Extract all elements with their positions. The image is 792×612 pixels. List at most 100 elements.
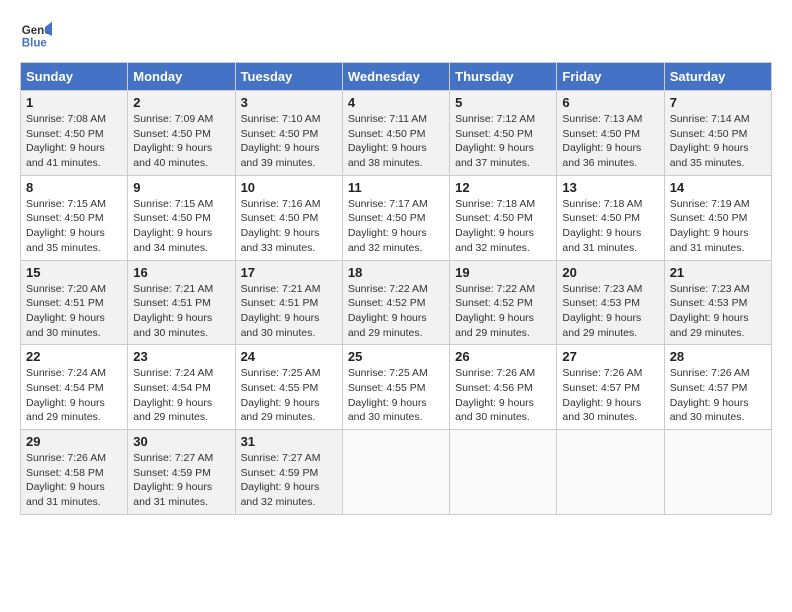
day-detail: Sunrise: 7:22 AMSunset: 4:52 PMDaylight:… (455, 283, 535, 339)
table-row: 28 Sunrise: 7:26 AMSunset: 4:57 PMDaylig… (664, 345, 771, 430)
day-detail: Sunrise: 7:14 AMSunset: 4:50 PMDaylight:… (670, 113, 750, 169)
day-number: 1 (26, 95, 122, 110)
table-row: 12 Sunrise: 7:18 AMSunset: 4:50 PMDaylig… (450, 175, 557, 260)
day-detail: Sunrise: 7:25 AMSunset: 4:55 PMDaylight:… (348, 367, 428, 423)
table-row: 24 Sunrise: 7:25 AMSunset: 4:55 PMDaylig… (235, 345, 342, 430)
table-row: 18 Sunrise: 7:22 AMSunset: 4:52 PMDaylig… (342, 260, 449, 345)
table-row: 2 Sunrise: 7:09 AMSunset: 4:50 PMDayligh… (128, 91, 235, 176)
day-detail: Sunrise: 7:18 AMSunset: 4:50 PMDaylight:… (562, 198, 642, 254)
svg-text:Blue: Blue (22, 38, 48, 50)
table-row: 3 Sunrise: 7:10 AMSunset: 4:50 PMDayligh… (235, 91, 342, 176)
col-monday: Monday (128, 63, 235, 91)
col-wednesday: Wednesday (342, 63, 449, 91)
day-detail: Sunrise: 7:22 AMSunset: 4:52 PMDaylight:… (348, 283, 428, 339)
day-number: 19 (455, 265, 551, 280)
table-row (450, 430, 557, 515)
day-number: 5 (455, 95, 551, 110)
day-number: 18 (348, 265, 444, 280)
logo-icon: General Blue (20, 20, 52, 52)
day-detail: Sunrise: 7:21 AMSunset: 4:51 PMDaylight:… (133, 283, 213, 339)
table-row: 20 Sunrise: 7:23 AMSunset: 4:53 PMDaylig… (557, 260, 664, 345)
day-detail: Sunrise: 7:10 AMSunset: 4:50 PMDaylight:… (241, 113, 321, 169)
day-number: 12 (455, 180, 551, 195)
day-detail: Sunrise: 7:20 AMSunset: 4:51 PMDaylight:… (26, 283, 106, 339)
table-row: 5 Sunrise: 7:12 AMSunset: 4:50 PMDayligh… (450, 91, 557, 176)
day-number: 23 (133, 349, 229, 364)
day-number: 30 (133, 434, 229, 449)
table-row: 31 Sunrise: 7:27 AMSunset: 4:59 PMDaylig… (235, 430, 342, 515)
day-number: 8 (26, 180, 122, 195)
day-number: 9 (133, 180, 229, 195)
table-row: 25 Sunrise: 7:25 AMSunset: 4:55 PMDaylig… (342, 345, 449, 430)
col-saturday: Saturday (664, 63, 771, 91)
table-row: 16 Sunrise: 7:21 AMSunset: 4:51 PMDaylig… (128, 260, 235, 345)
day-detail: Sunrise: 7:26 AMSunset: 4:57 PMDaylight:… (562, 367, 642, 423)
day-number: 28 (670, 349, 766, 364)
week-row-5: 29 Sunrise: 7:26 AMSunset: 4:58 PMDaylig… (21, 430, 772, 515)
day-number: 22 (26, 349, 122, 364)
page-header: General Blue (20, 20, 772, 52)
col-friday: Friday (557, 63, 664, 91)
day-number: 7 (670, 95, 766, 110)
day-detail: Sunrise: 7:24 AMSunset: 4:54 PMDaylight:… (26, 367, 106, 423)
day-detail: Sunrise: 7:26 AMSunset: 4:58 PMDaylight:… (26, 452, 106, 508)
table-row: 27 Sunrise: 7:26 AMSunset: 4:57 PMDaylig… (557, 345, 664, 430)
day-number: 26 (455, 349, 551, 364)
day-detail: Sunrise: 7:11 AMSunset: 4:50 PMDaylight:… (348, 113, 427, 169)
day-number: 4 (348, 95, 444, 110)
day-detail: Sunrise: 7:26 AMSunset: 4:56 PMDaylight:… (455, 367, 535, 423)
day-detail: Sunrise: 7:27 AMSunset: 4:59 PMDaylight:… (133, 452, 213, 508)
day-number: 14 (670, 180, 766, 195)
col-tuesday: Tuesday (235, 63, 342, 91)
table-row: 9 Sunrise: 7:15 AMSunset: 4:50 PMDayligh… (128, 175, 235, 260)
header-row: Sunday Monday Tuesday Wednesday Thursday… (21, 63, 772, 91)
table-row: 22 Sunrise: 7:24 AMSunset: 4:54 PMDaylig… (21, 345, 128, 430)
table-row: 1 Sunrise: 7:08 AMSunset: 4:50 PMDayligh… (21, 91, 128, 176)
day-detail: Sunrise: 7:15 AMSunset: 4:50 PMDaylight:… (133, 198, 213, 254)
day-number: 31 (241, 434, 337, 449)
week-row-4: 22 Sunrise: 7:24 AMSunset: 4:54 PMDaylig… (21, 345, 772, 430)
table-row: 29 Sunrise: 7:26 AMSunset: 4:58 PMDaylig… (21, 430, 128, 515)
day-number: 20 (562, 265, 658, 280)
day-number: 16 (133, 265, 229, 280)
day-number: 17 (241, 265, 337, 280)
day-detail: Sunrise: 7:23 AMSunset: 4:53 PMDaylight:… (670, 283, 750, 339)
day-number: 3 (241, 95, 337, 110)
table-row: 7 Sunrise: 7:14 AMSunset: 4:50 PMDayligh… (664, 91, 771, 176)
table-row (557, 430, 664, 515)
table-row: 19 Sunrise: 7:22 AMSunset: 4:52 PMDaylig… (450, 260, 557, 345)
day-number: 2 (133, 95, 229, 110)
day-detail: Sunrise: 7:21 AMSunset: 4:51 PMDaylight:… (241, 283, 321, 339)
table-row (664, 430, 771, 515)
day-number: 15 (26, 265, 122, 280)
day-detail: Sunrise: 7:25 AMSunset: 4:55 PMDaylight:… (241, 367, 321, 423)
day-detail: Sunrise: 7:26 AMSunset: 4:57 PMDaylight:… (670, 367, 750, 423)
day-number: 24 (241, 349, 337, 364)
day-detail: Sunrise: 7:27 AMSunset: 4:59 PMDaylight:… (241, 452, 321, 508)
table-row (342, 430, 449, 515)
table-row: 6 Sunrise: 7:13 AMSunset: 4:50 PMDayligh… (557, 91, 664, 176)
day-detail: Sunrise: 7:23 AMSunset: 4:53 PMDaylight:… (562, 283, 642, 339)
table-row: 10 Sunrise: 7:16 AMSunset: 4:50 PMDaylig… (235, 175, 342, 260)
table-row: 13 Sunrise: 7:18 AMSunset: 4:50 PMDaylig… (557, 175, 664, 260)
day-number: 10 (241, 180, 337, 195)
day-detail: Sunrise: 7:18 AMSunset: 4:50 PMDaylight:… (455, 198, 535, 254)
day-detail: Sunrise: 7:15 AMSunset: 4:50 PMDaylight:… (26, 198, 106, 254)
day-number: 21 (670, 265, 766, 280)
day-number: 11 (348, 180, 444, 195)
col-thursday: Thursday (450, 63, 557, 91)
table-row: 26 Sunrise: 7:26 AMSunset: 4:56 PMDaylig… (450, 345, 557, 430)
day-number: 27 (562, 349, 658, 364)
table-row: 11 Sunrise: 7:17 AMSunset: 4:50 PMDaylig… (342, 175, 449, 260)
day-detail: Sunrise: 7:12 AMSunset: 4:50 PMDaylight:… (455, 113, 535, 169)
table-row: 8 Sunrise: 7:15 AMSunset: 4:50 PMDayligh… (21, 175, 128, 260)
calendar-table: Sunday Monday Tuesday Wednesday Thursday… (20, 62, 772, 515)
week-row-3: 15 Sunrise: 7:20 AMSunset: 4:51 PMDaylig… (21, 260, 772, 345)
day-number: 13 (562, 180, 658, 195)
day-detail: Sunrise: 7:09 AMSunset: 4:50 PMDaylight:… (133, 113, 213, 169)
day-number: 6 (562, 95, 658, 110)
day-number: 29 (26, 434, 122, 449)
table-row: 14 Sunrise: 7:19 AMSunset: 4:50 PMDaylig… (664, 175, 771, 260)
table-row: 21 Sunrise: 7:23 AMSunset: 4:53 PMDaylig… (664, 260, 771, 345)
table-row: 17 Sunrise: 7:21 AMSunset: 4:51 PMDaylig… (235, 260, 342, 345)
